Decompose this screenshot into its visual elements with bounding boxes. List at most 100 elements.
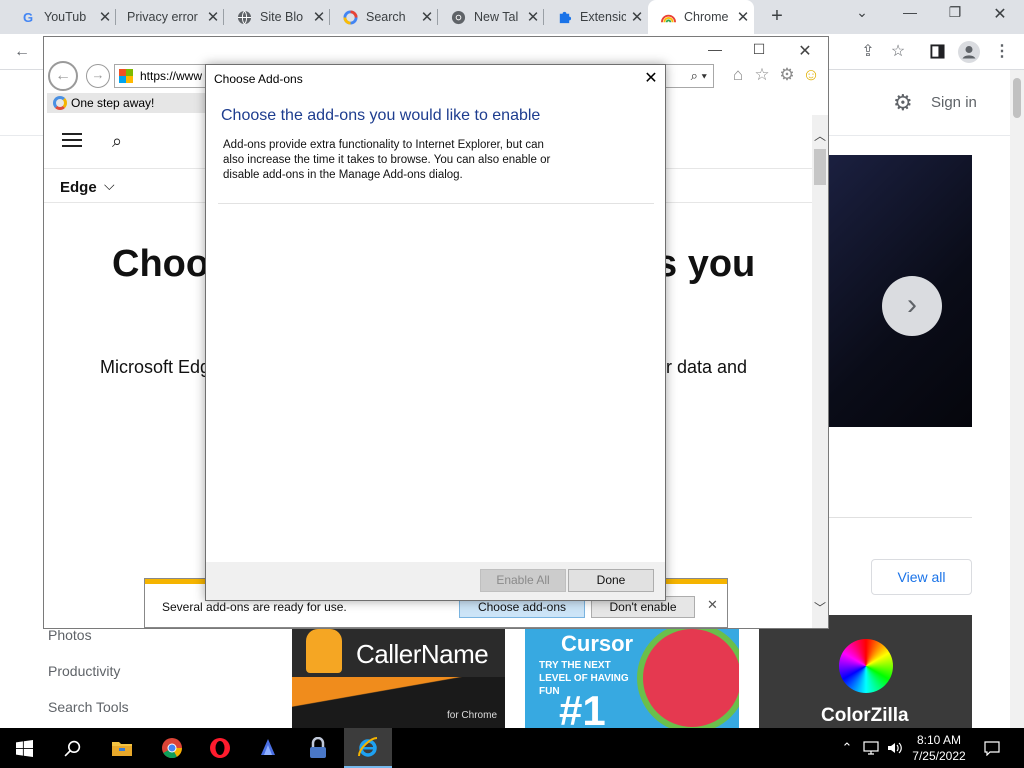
tab-title: Search (366, 10, 406, 24)
more-menu-icon[interactable]: ⋮ (990, 40, 1014, 64)
ie-back-icon[interactable]: ← (48, 61, 78, 91)
close-tab-icon[interactable]: ✕ (94, 8, 116, 26)
close-window-icon[interactable]: ✕ (985, 4, 1015, 28)
chrome-tab-new-tab[interactable]: New Tal ✕ (438, 0, 544, 34)
sidebar-link-productivity[interactable]: Productivity (48, 663, 120, 679)
chrome-scrollbar[interactable] (1010, 70, 1024, 728)
search-icon[interactable]: ⌕ (112, 131, 122, 152)
clock-time: 8:10 AM (916, 733, 962, 747)
close-notification-icon[interactable]: ✕ (707, 597, 718, 613)
callername-mascot-icon (306, 629, 342, 673)
network-icon[interactable] (860, 728, 882, 768)
restore-icon[interactable]: ❐ (940, 4, 970, 28)
dialog-title: Choose Add-ons (214, 72, 303, 86)
card-rank: #1 (559, 687, 606, 728)
ie-minimize-icon[interactable]: — (702, 41, 728, 61)
close-tab-icon[interactable]: ✕ (732, 8, 754, 26)
ie-forward-icon[interactable]: → (86, 64, 110, 88)
windows-start-icon[interactable] (0, 728, 48, 768)
ie-maximize-icon[interactable]: ☐ (746, 41, 772, 61)
sidebar-link-photos[interactable]: Photos (48, 627, 92, 643)
share-icon[interactable]: ⇪ (856, 40, 880, 64)
extension-card-cursor[interactable]: Cursor TRY THE NEXT LEVEL OF HAVING FUN … (525, 615, 739, 728)
opera-icon[interactable] (196, 728, 244, 768)
carousel-next-button[interactable]: › (882, 276, 942, 336)
extension-card-callername[interactable]: CallerName for Chrome (292, 615, 505, 728)
settings-gear-icon[interactable]: ⚙ (893, 92, 915, 114)
ie-feedback-smiley-icon[interactable]: ☺ (801, 65, 821, 85)
chrome-tab-search[interactable]: Search ✕ (330, 0, 438, 34)
card-title: Cursor (561, 631, 634, 656)
chrome-tab-privacy-error[interactable]: Privacy error ✕ (116, 0, 224, 34)
view-all-button[interactable]: View all (871, 559, 972, 595)
minimize-icon[interactable]: — (895, 4, 925, 28)
close-tab-icon[interactable]: ✕ (522, 8, 544, 26)
chrome-scrollbar-thumb[interactable] (1013, 78, 1021, 118)
new-tab-button[interactable]: + (766, 5, 788, 29)
file-explorer-icon[interactable] (98, 728, 146, 768)
internet-explorer-icon[interactable] (344, 728, 392, 768)
back-arrow-icon[interactable]: ← (10, 40, 34, 64)
choose-addons-dialog: Choose Add-ons ✕ Choose the add-ons you … (205, 64, 666, 601)
section-divider (828, 517, 972, 518)
done-button[interactable]: Done (568, 569, 654, 592)
edge-nav-label[interactable]: Edge (60, 179, 97, 196)
chrome-tab-extensions[interactable]: Extensic ✕ (544, 0, 648, 34)
chrome-taskbar-icon[interactable] (148, 728, 196, 768)
hamburger-menu-icon[interactable] (62, 133, 82, 147)
lock-app-icon[interactable] (294, 728, 342, 768)
watermelon-icon (637, 623, 739, 728)
extension-card-colorzilla[interactable]: ColorZilla (759, 615, 972, 728)
close-tab-icon[interactable]: ✕ (626, 8, 648, 26)
profile-avatar-icon[interactable] (957, 40, 981, 64)
chrome-tab-site-blocker[interactable]: Site Blo ✕ (224, 0, 330, 34)
notification-message: Several add-ons are ready for use. (162, 600, 347, 614)
bookmark-star-icon[interactable]: ☆ (886, 40, 910, 64)
chrome-tab-strip: G YouTub ✕ Privacy error ✕ Site Blo ✕ Se… (0, 0, 1024, 34)
close-tab-icon[interactable]: ✕ (202, 8, 224, 26)
tab-title: Extensic (580, 10, 626, 24)
card-title: CallerName (356, 639, 489, 669)
app-taskbar-icon[interactable] (244, 728, 292, 768)
ie-tools-gear-icon[interactable]: ⚙ (777, 65, 797, 85)
sign-in-link[interactable]: Sign in (931, 94, 977, 111)
chrome-icon (450, 9, 466, 25)
google-color-icon (342, 9, 358, 25)
close-tab-icon[interactable]: ✕ (308, 8, 330, 26)
show-hidden-icons-icon[interactable]: ⌃ (838, 728, 856, 768)
volume-icon[interactable] (884, 728, 906, 768)
scroll-down-icon[interactable]: ﹀ (812, 599, 828, 616)
windows-taskbar: ⌃ 8:10 AM 7/25/2022 (0, 728, 1024, 768)
color-wheel-icon (839, 639, 893, 693)
dialog-heading: Choose the add-ons you would like to ena… (221, 107, 541, 124)
ie-close-icon[interactable]: ✕ (792, 41, 818, 61)
chrome-tab-youtube[interactable]: G YouTub ✕ (8, 0, 116, 34)
dialog-footer: Enable All Done (206, 562, 665, 600)
chrome-tab-chrome-store[interactable]: Chrome ✕ (648, 0, 754, 34)
ie-url-text: https://www (140, 69, 203, 83)
page-heading-right: s you (656, 243, 756, 285)
ie-search-dropdown-icon[interactable]: ⌕ ▾ (691, 68, 707, 84)
notifications-icon[interactable] (980, 728, 1004, 768)
dialog-description: Add-ons provide extra functionality to I… (223, 139, 551, 181)
page-paragraph-left: Microsoft Edg (100, 357, 211, 377)
enable-all-button[interactable]: Enable All (480, 569, 566, 592)
close-tab-icon[interactable]: ✕ (416, 8, 438, 26)
ie-favorites-star-icon[interactable]: ☆ (752, 65, 772, 85)
ie-scrollbar[interactable]: ︿ ﹀ (812, 115, 828, 628)
ie-home-icon[interactable]: ⌂ (728, 65, 748, 85)
search-icon[interactable] (48, 728, 96, 768)
ie-tab-one-step-away[interactable]: One step away! (47, 93, 207, 113)
dialog-divider (218, 203, 654, 204)
ie-tab-title: One step away! (71, 96, 155, 110)
system-clock[interactable]: 8:10 AM 7/25/2022 (907, 732, 971, 764)
side-panel-icon[interactable] (925, 40, 949, 64)
tab-search-chevron-icon[interactable]: ⌄ (847, 4, 877, 28)
tab-title: YouTub (44, 10, 87, 24)
chevron-down-icon[interactable]: ⌵ (104, 177, 115, 194)
scroll-thumb[interactable] (814, 149, 826, 185)
scroll-up-icon[interactable]: ︿ (812, 127, 828, 144)
clock-date: 7/25/2022 (912, 749, 966, 763)
sidebar-link-search-tools[interactable]: Search Tools (48, 699, 129, 715)
dialog-close-icon[interactable]: ✕ (640, 68, 662, 88)
